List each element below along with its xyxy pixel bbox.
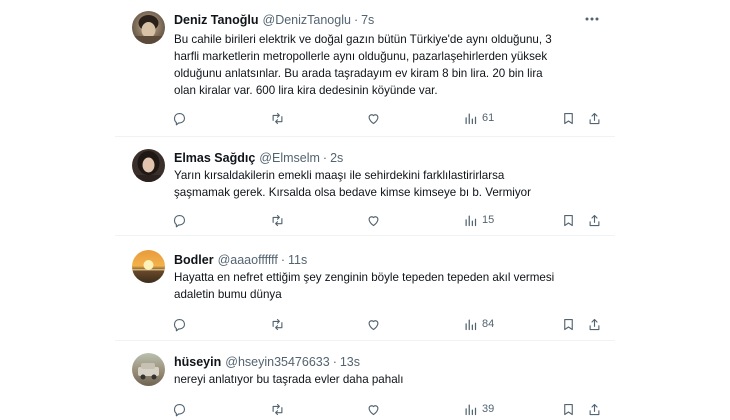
share-icon bbox=[589, 112, 600, 124]
more-icon[interactable] bbox=[583, 10, 601, 28]
author-name[interactable]: Bodler bbox=[174, 253, 214, 267]
tweet-text: Hayatta en nefret ettiğim şey zenginin b… bbox=[174, 269, 604, 303]
avatar[interactable] bbox=[132, 250, 165, 283]
tweet-text-line: Bu cahile birileri elektrik ve doğal gaz… bbox=[174, 33, 552, 46]
like-icon bbox=[368, 113, 379, 124]
bookmark-button[interactable] bbox=[561, 108, 576, 128]
views-count: 39 bbox=[482, 403, 495, 415]
share-button[interactable] bbox=[587, 399, 602, 419]
retweet-button[interactable] bbox=[270, 210, 285, 230]
separator-dot: · bbox=[353, 13, 359, 27]
like-icon bbox=[368, 319, 379, 330]
tweet[interactable]: Deniz Tanoğlu @DenizTanoglu · 7s Bu cahi… bbox=[115, 0, 615, 137]
views-button[interactable]: 61 bbox=[463, 108, 494, 128]
author-handle[interactable]: @aaaoffffff bbox=[218, 253, 278, 267]
timestamp[interactable]: 2s bbox=[330, 151, 343, 165]
views-icon bbox=[465, 319, 477, 330]
like-button[interactable] bbox=[366, 108, 381, 128]
separator-dot: · bbox=[332, 355, 337, 369]
tweet-text-line: adaletin bumu dünya bbox=[174, 288, 282, 301]
timestamp[interactable]: 7s bbox=[361, 13, 374, 27]
separator-dot: · bbox=[322, 151, 328, 165]
views-icon bbox=[465, 404, 477, 415]
tweet-text-line: nereyi anlatıyor bu taşrada evler daha p… bbox=[174, 373, 404, 386]
tweet-replies-feed: Deniz Tanoğlu @DenizTanoglu · 7s Bu cahi… bbox=[0, 0, 730, 420]
author-handle[interactable]: @Elmselm bbox=[259, 151, 320, 165]
retweet-icon bbox=[272, 318, 283, 330]
tweet-actions: 39 bbox=[167, 399, 607, 419]
bookmark-icon bbox=[564, 318, 573, 330]
views-count: 15 bbox=[482, 214, 495, 226]
share-icon bbox=[589, 214, 600, 226]
retweet-icon bbox=[272, 214, 283, 226]
tweet[interactable]: Bodler @aaaoffffff · 11s Hayatta en nefr… bbox=[115, 236, 615, 341]
author-handle[interactable]: @hseyin35476633 bbox=[225, 355, 329, 369]
retweet-button[interactable] bbox=[270, 314, 285, 334]
reply-icon bbox=[173, 318, 186, 331]
avatar[interactable] bbox=[132, 11, 165, 44]
tweet-text-line: şaşmamak gerek. Kırsalda olsa bedave kim… bbox=[174, 186, 531, 199]
share-icon bbox=[589, 318, 600, 330]
like-button[interactable] bbox=[366, 314, 381, 334]
retweet-icon bbox=[272, 112, 283, 124]
reply-button[interactable] bbox=[172, 108, 187, 128]
views-icon bbox=[465, 215, 477, 226]
bookmark-button[interactable] bbox=[561, 399, 576, 419]
share-button[interactable] bbox=[587, 314, 602, 334]
like-button[interactable] bbox=[366, 399, 381, 419]
share-button[interactable] bbox=[587, 210, 602, 230]
tweet-text-line: Hayatta en nefret ettiğim şey zenginin b… bbox=[174, 271, 555, 284]
tweet-text-line: harfli marketlerin metropollerle aynı ol… bbox=[174, 50, 548, 63]
tweet-actions: 61 bbox=[167, 108, 607, 128]
reply-icon bbox=[173, 403, 186, 416]
reply-button[interactable] bbox=[172, 399, 187, 419]
reply-icon bbox=[173, 112, 186, 125]
tweet-actions: 84 bbox=[167, 314, 607, 334]
author-handle[interactable]: @DenizTanoglu bbox=[263, 13, 351, 27]
views-button[interactable]: 39 bbox=[463, 399, 494, 419]
author-name[interactable]: hüseyin bbox=[174, 355, 221, 369]
timestamp[interactable]: 13s bbox=[340, 355, 360, 369]
avatar[interactable] bbox=[132, 353, 165, 386]
bookmark-button[interactable] bbox=[561, 314, 576, 334]
bookmark-icon bbox=[564, 112, 573, 124]
timestamp[interactable]: 11s bbox=[288, 253, 307, 267]
views-icon bbox=[465, 113, 477, 124]
share-button[interactable] bbox=[587, 108, 602, 128]
reply-button[interactable] bbox=[172, 314, 187, 334]
views-button[interactable]: 84 bbox=[463, 314, 494, 334]
tweet-text-line: olan kiralar var. 600 lira kira dedesini… bbox=[174, 84, 438, 97]
separator-dot: · bbox=[280, 253, 285, 267]
tweet-actions: 15 bbox=[167, 210, 607, 230]
like-icon bbox=[368, 404, 379, 415]
bookmark-icon bbox=[564, 214, 573, 226]
like-button[interactable] bbox=[366, 210, 381, 230]
views-count: 61 bbox=[482, 112, 495, 124]
tweet-text: nereyi anlatıyor bu taşrada evler daha p… bbox=[174, 371, 604, 388]
retweet-button[interactable] bbox=[270, 399, 285, 419]
tweet-text: Bu cahile birileri elektrik ve doğal gaz… bbox=[174, 31, 604, 99]
tweet[interactable]: Elmas Sağdıç @Elmselm · 2s Yarın kırsald… bbox=[115, 137, 615, 236]
bookmark-icon bbox=[564, 403, 573, 415]
like-icon bbox=[368, 215, 379, 226]
retweet-icon bbox=[272, 403, 283, 415]
tweet[interactable]: hüseyin @hseyin35476633 · 13s nereyi anl… bbox=[115, 341, 615, 420]
views-count: 84 bbox=[482, 318, 495, 330]
bookmark-button[interactable] bbox=[561, 210, 576, 230]
tweet-text: Yarın kırsaldakilerin emekli maaşı ile s… bbox=[174, 167, 604, 201]
retweet-button[interactable] bbox=[270, 108, 285, 128]
tweet-text-line: olduğunu anlatsınlar. Bu arada taşradayı… bbox=[174, 67, 543, 80]
avatar[interactable] bbox=[132, 149, 165, 182]
tweet-text-line: Yarın kırsaldakilerin emekli maaşı ile s… bbox=[174, 169, 505, 182]
reply-button[interactable] bbox=[172, 210, 187, 230]
author-name[interactable]: Deniz Tanoğlu bbox=[174, 13, 259, 27]
author-name[interactable]: Elmas Sağdıç bbox=[174, 151, 255, 165]
share-icon bbox=[589, 403, 600, 415]
reply-icon bbox=[173, 214, 186, 227]
views-button[interactable]: 15 bbox=[463, 210, 494, 230]
